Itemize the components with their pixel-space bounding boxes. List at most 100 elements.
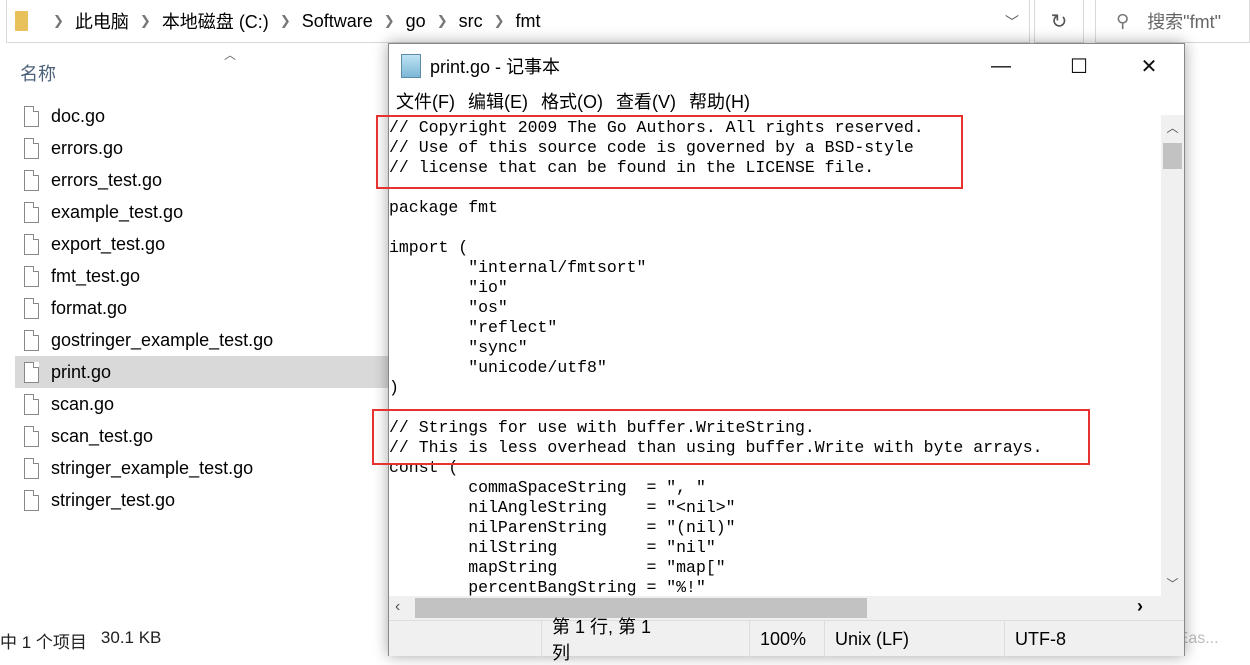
file-icon [24, 233, 39, 255]
file-icon [24, 137, 39, 159]
zoom-level: 100% [749, 621, 806, 657]
vertical-scrollbar[interactable]: ︿ ﹀ [1161, 115, 1184, 596]
text-line: package fmt [389, 198, 498, 217]
highlight-box [372, 409, 1090, 465]
breadcrumb-item[interactable]: fmt [516, 11, 541, 32]
file-name: errors.go [51, 137, 124, 158]
chevron-right-icon: ❯ [436, 13, 448, 28]
text-line: "sync" [389, 338, 528, 357]
minimize-button[interactable]: — [966, 44, 1036, 88]
file-name: stringer_test.go [51, 489, 176, 510]
text-line: "io" [389, 278, 508, 297]
file-icon [24, 105, 39, 127]
breadcrumb-item[interactable]: Software [302, 11, 373, 32]
file-name: example_test.go [51, 201, 184, 222]
scroll-left-icon[interactable]: ‹ [395, 598, 400, 616]
file-name: errors_test.go [51, 169, 163, 190]
text-line: mapString = "map[" [389, 558, 726, 577]
file-name: format.go [51, 297, 128, 318]
file-item[interactable]: gostringer_example_test.go [15, 324, 388, 356]
file-icon [24, 393, 39, 415]
file-name: export_test.go [51, 233, 166, 254]
file-item[interactable]: format.go [15, 292, 388, 324]
text-line: nilParenString = "(nil)" [389, 518, 736, 537]
file-icon [24, 169, 39, 191]
search-placeholder: 搜索"fmt" [1147, 12, 1221, 32]
file-item[interactable]: fmt_test.go [15, 260, 388, 292]
text-line: nilAngleString = "<nil>" [389, 498, 736, 517]
text-line [389, 218, 1161, 238]
text-line: ) [389, 378, 399, 397]
refresh-icon: ↻ [1050, 10, 1068, 33]
file-item[interactable]: scan.go [15, 388, 388, 420]
text-line: percentBangString = "%!" [389, 578, 706, 596]
file-name: scan_test.go [51, 425, 154, 446]
explorer-status-bar: 中 1 个项目 30.1 KB [0, 628, 161, 653]
folder-icon [15, 11, 28, 31]
file-item[interactable]: errors.go [15, 132, 388, 164]
file-item[interactable]: stringer_example_test.go [15, 452, 388, 484]
file-item[interactable]: errors_test.go [15, 164, 388, 196]
search-input[interactable]: ⚲ 搜索"fmt" [1095, 0, 1250, 43]
sort-up-icon: ︿ [224, 48, 237, 62]
text-line: "reflect" [389, 318, 558, 337]
file-icon [24, 297, 39, 319]
breadcrumb-item[interactable]: src [459, 11, 483, 32]
breadcrumb-item[interactable]: go [406, 11, 426, 32]
search-icon: ⚲ [1116, 10, 1130, 31]
file-item[interactable]: example_test.go [15, 196, 388, 228]
file-item[interactable]: scan_test.go [15, 420, 388, 452]
notepad-status-bar: 第 1 行, 第 1 列 100% Unix (LF) UTF-8 [389, 617, 1184, 663]
file-item[interactable]: print.go [15, 356, 388, 388]
title-bar[interactable]: print.go - 记事本 — ☐ ✕ [389, 44, 1184, 88]
file-icon [24, 265, 39, 287]
window-title: print.go - 记事本 [430, 57, 561, 77]
menu-file[interactable]: 文件(F) [389, 88, 461, 114]
file-icon [24, 361, 39, 383]
refresh-button[interactable]: ↻ [1034, 0, 1084, 43]
file-name: doc.go [51, 105, 106, 126]
text-line: nilString = "nil" [389, 538, 716, 557]
chevron-right-icon: ❯ [139, 13, 151, 28]
maximize-button[interactable]: ☐ [1044, 44, 1114, 88]
menu-edit[interactable]: 编辑(E) [461, 88, 534, 114]
file-icon [24, 329, 39, 351]
breadcrumb-item[interactable]: 本地磁盘 (C:) [162, 8, 269, 34]
horizontal-scrollbar[interactable]: ‹ › [389, 596, 1184, 620]
close-button[interactable]: ✕ [1114, 44, 1184, 88]
text-line: "os" [389, 298, 508, 317]
file-icon [24, 201, 39, 223]
file-icon [24, 489, 39, 511]
file-item[interactable]: stringer_test.go [15, 484, 388, 516]
scroll-thumb[interactable] [1163, 143, 1182, 169]
text-line: "unicode/utf8" [389, 358, 607, 377]
column-header-name[interactable]: 名称 [20, 60, 56, 86]
file-item[interactable]: export_test.go [15, 228, 388, 260]
file-name: stringer_example_test.go [51, 457, 254, 478]
menu-bar: 文件(F) 编辑(E) 格式(O) 查看(V) 帮助(H) [389, 88, 756, 114]
chevron-right-icon: ❯ [383, 13, 395, 28]
file-name: print.go [51, 361, 112, 382]
scroll-down-icon[interactable]: ﹀ [1161, 575, 1184, 592]
highlight-box [376, 115, 963, 189]
item-count: 中 1 个项目 [0, 633, 87, 652]
chevron-down-icon[interactable]: ﹀ [1005, 12, 1019, 32]
scroll-up-icon[interactable]: ︿ [1161, 119, 1184, 136]
file-icon [24, 425, 39, 447]
scroll-right-icon[interactable]: › [1137, 596, 1143, 617]
file-icon [24, 457, 39, 479]
breadcrumb-item[interactable]: 此电脑 [75, 8, 129, 34]
menu-help[interactable]: 帮助(H) [682, 88, 756, 114]
file-item[interactable]: doc.go [15, 100, 388, 132]
file-name: fmt_test.go [51, 265, 141, 286]
chevron-right-icon: ❯ [53, 13, 64, 28]
chevron-right-icon: ❯ [493, 13, 505, 28]
chevron-right-icon: ❯ [279, 13, 291, 28]
cursor-position: 第 1 行, 第 1 列 [541, 617, 667, 663]
address-bar[interactable]: ❯ 此电脑 ❯ 本地磁盘 (C:) ❯ Software ❯ go ❯ src ❯ fmt… [6, 0, 1030, 43]
text-line: import ( [389, 238, 469, 257]
file-name: gostringer_example_test.go [51, 329, 274, 350]
line-ending: Unix (LF) [824, 621, 909, 657]
menu-format[interactable]: 格式(O) [534, 88, 609, 114]
menu-view[interactable]: 查看(V) [609, 88, 682, 114]
